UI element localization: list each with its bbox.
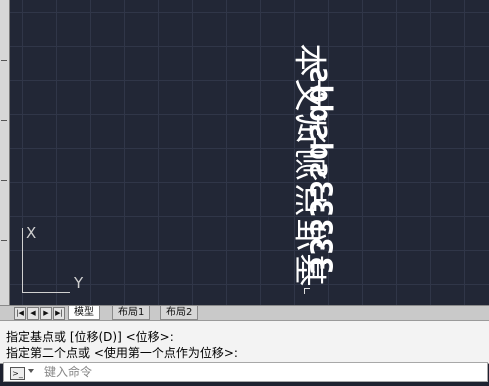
layout-tab-bar: |◀ ◀ ▶ ▶| 模型 布局1 布局2	[0, 305, 489, 320]
strip-tick	[1, 120, 7, 121]
command-input[interactable]	[44, 364, 474, 380]
tab-nav-last-button[interactable]: ▶|	[53, 307, 65, 320]
command-input-bar: >_	[3, 362, 488, 382]
tab-model[interactable]: 模型	[68, 306, 100, 320]
ucs-y-axis	[22, 228, 23, 292]
left-toolbar-strip	[0, 0, 10, 305]
ucs-icon: X Y	[22, 224, 84, 298]
strip-tick	[1, 60, 7, 61]
strip-tick	[1, 180, 7, 181]
ucs-label-x: X	[26, 224, 37, 242]
command-history-line: 指定基点或 [位移(D)] <位移>:	[6, 330, 174, 344]
prompt-icon[interactable]: >_	[10, 367, 25, 380]
cursor-corner-icon	[304, 288, 310, 294]
command-history-line: 指定第二个点或 <使用第一个点作为位移>:	[6, 346, 238, 360]
tab-nav-next-button[interactable]: ▶	[40, 307, 52, 320]
strip-tick	[1, 240, 7, 241]
ucs-x-axis	[22, 292, 70, 293]
drawing-canvas[interactable]: 基准点测试文本 33333sdsdds X Y	[10, 0, 489, 305]
tab-layout1[interactable]: 布局1	[112, 306, 151, 320]
command-history: 指定基点或 [位移(D)] <位移>: 指定第二个点或 <使用第一个点作为位移>…	[0, 320, 489, 364]
tab-nav-prev-button[interactable]: ◀	[27, 307, 39, 320]
chevron-down-icon[interactable]	[28, 369, 34, 373]
ucs-label-y: Y	[74, 274, 84, 292]
drawn-text-latin[interactable]: 33333sdsdds	[302, 65, 337, 275]
tab-layout2[interactable]: 布局2	[160, 306, 199, 320]
tab-nav-first-button[interactable]: |◀	[14, 307, 26, 320]
